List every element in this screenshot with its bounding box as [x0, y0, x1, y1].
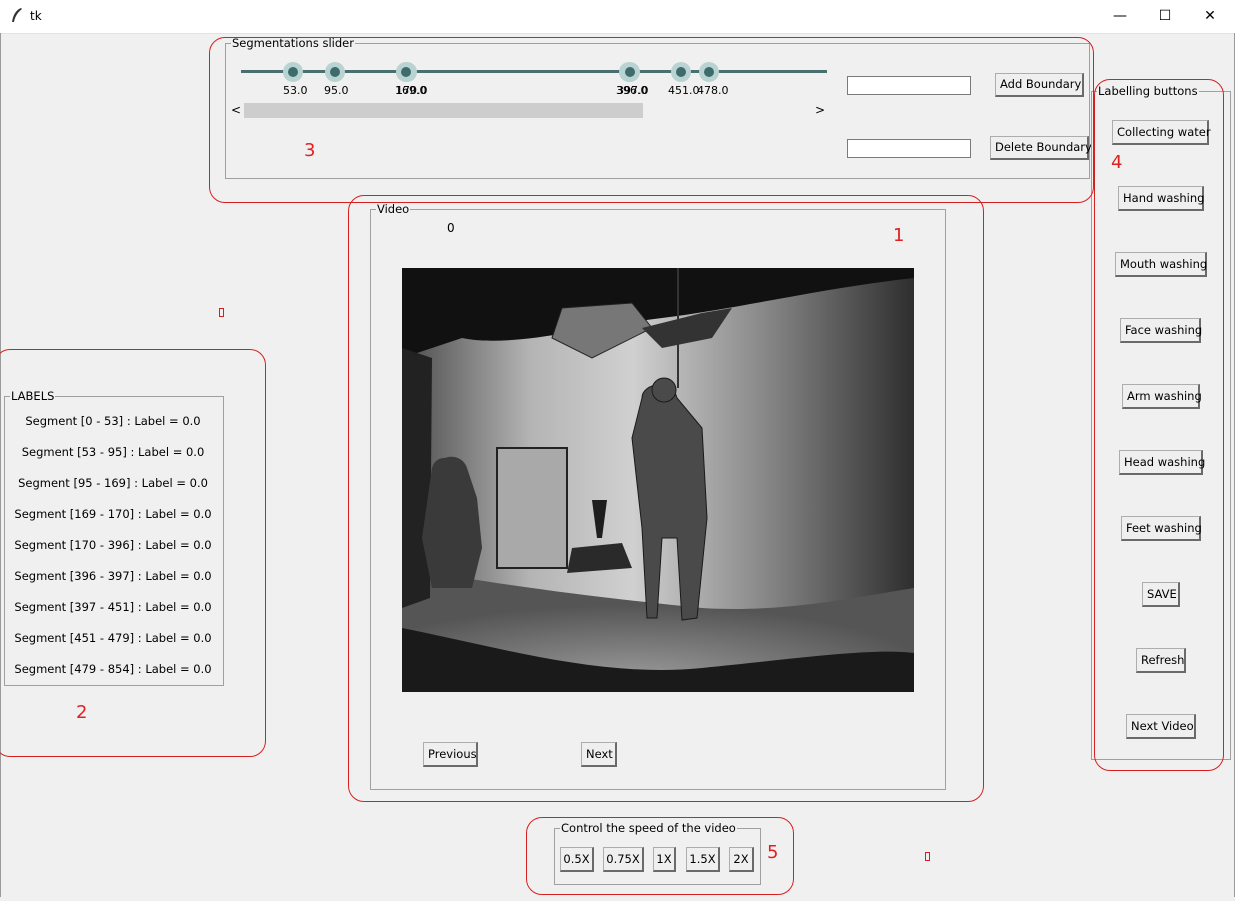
annotation-box-video — [348, 195, 984, 802]
annotation-mark — [925, 852, 930, 861]
annotation-box-slider — [209, 37, 1094, 203]
annotation-box-labels — [0, 349, 266, 757]
annotation-number: 2 — [76, 702, 88, 723]
annotation-number: 4 — [1111, 152, 1123, 173]
annotation-number: 3 — [304, 140, 316, 161]
maximize-icon[interactable]: ☐ — [1142, 0, 1188, 33]
window-title: tk — [30, 9, 42, 23]
annotation-number: 1 — [893, 225, 905, 246]
annotation-mark — [219, 308, 224, 317]
annotation-number: 5 — [767, 842, 779, 863]
feather-icon — [12, 8, 22, 22]
annotation-box-labelling — [1094, 79, 1224, 771]
title-bar: tk — ☐ ✕ — [0, 0, 1235, 34]
close-icon[interactable]: ✕ — [1187, 0, 1233, 33]
annotation-box-speed — [526, 817, 794, 895]
minimize-icon[interactable]: — — [1097, 0, 1143, 33]
